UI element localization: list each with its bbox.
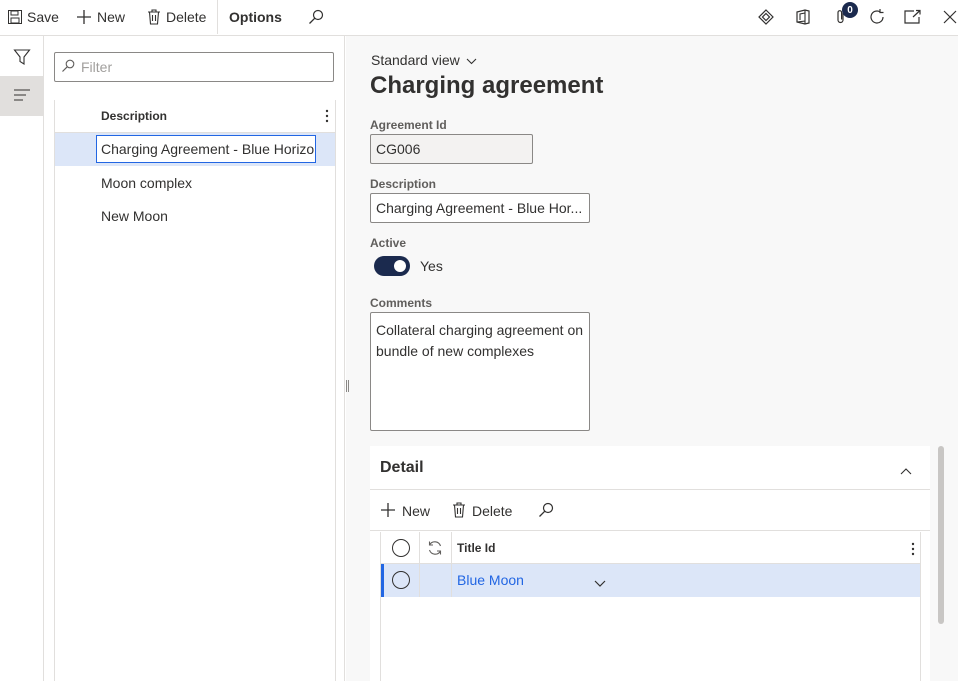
list-icon [13,88,31,105]
description-edit-field[interactable]: Charging Agreement - Blue Horizo [96,135,316,163]
filter-input[interactable] [81,59,321,75]
trash-icon [452,501,466,521]
agreement-id-value: CG006 [376,141,421,157]
trash-icon [147,9,161,25]
save-button[interactable]: Save [8,0,59,34]
title-id-cell[interactable]: Blue Moon [457,572,524,588]
active-toggle-row: Yes [374,256,443,276]
column-header-title-id[interactable]: Title Id [457,541,495,555]
detail-section-title: Detail [380,459,424,476]
detail-section: Detail New Delete Title Id Blue Moon [370,446,930,681]
description-field[interactable]: Charging Agreement - Blue Hor... [370,193,590,223]
view-selector-label: Standard view [371,52,460,68]
open-new-window-icon[interactable] [902,6,924,28]
detail-delete-button[interactable]: Delete [452,491,512,531]
chevron-down-icon [466,52,477,68]
column-header-description[interactable]: Description [101,109,167,123]
active-value: Yes [420,258,443,274]
description-value: Charging Agreement - Blue Hor... [376,200,583,216]
filter-icon [12,48,31,69]
grid-header: Description [55,100,335,133]
table-row[interactable]: Blue Moon [381,564,920,597]
detail-delete-label: Delete [472,503,513,519]
save-icon [8,10,22,24]
list-item-label: Moon complex [101,174,193,191]
detail-toolbar: New Delete [370,491,930,531]
comments-textarea[interactable]: Collateral charging agreement on bundle … [370,312,590,431]
column-divider [419,532,420,564]
select-all-checkbox[interactable] [392,539,410,557]
search-icon [61,59,75,76]
attachments-count-badge: 0 [842,2,858,18]
detail-grid: Title Id Blue Moon [380,532,921,681]
chevron-up-icon[interactable] [900,462,912,478]
view-selector[interactable]: Standard view [371,52,477,68]
list-item[interactable]: New Moon [55,199,335,232]
description-edit-text: Charging Agreement - Blue Horizo [101,141,315,157]
options-button[interactable]: Options [229,0,282,34]
plus-icon [76,9,92,25]
vertical-scrollbar[interactable] [938,446,944,624]
filter-pane-button[interactable] [0,38,43,78]
detail-search-button[interactable] [538,491,554,531]
options-label: Options [229,9,282,25]
power-apps-icon[interactable] [755,6,777,28]
comments-value: Collateral charging agreement on bundle … [376,322,584,359]
more-options-icon[interactable] [325,108,329,127]
more-options-icon[interactable] [911,541,915,560]
action-pane: Save New Delete Options 0 [0,0,958,36]
row-select-checkbox[interactable] [392,571,410,589]
toolbar-divider [217,0,218,34]
search-icon[interactable] [305,6,327,28]
detail-new-button[interactable]: New [380,491,430,531]
column-divider [451,564,452,597]
detail-grid-header: Title Id [381,532,920,564]
agreement-id-label: Agreement Id [370,118,447,132]
column-divider [419,564,420,597]
filter-box [54,52,334,82]
pane-splitter[interactable] [346,380,350,394]
list-pane-button[interactable] [0,76,43,116]
page-title: Charging agreement [370,72,604,99]
list-item[interactable]: Charging Agreement - Blue Horizo [55,133,335,166]
detail-section-header[interactable]: Detail [370,446,930,490]
new-button[interactable]: New [76,0,125,34]
records-grid: Description Charging Agreement - Blue Ho… [54,100,336,681]
refresh-icon[interactable] [427,540,443,559]
active-label: Active [370,236,407,250]
search-icon [538,502,554,521]
list-item[interactable]: Moon complex [55,166,335,199]
column-divider [451,532,452,564]
delete-button[interactable]: Delete [147,0,206,34]
list-item-label: New Moon [101,207,168,224]
attachments-icon[interactable]: 0 [830,2,858,28]
new-label: New [97,9,126,25]
plus-icon [380,502,396,521]
agreement-id-field[interactable]: CG006 [370,134,533,164]
office-icon[interactable] [792,6,814,28]
description-label: Description [370,177,437,191]
list-pane: Description Charging Agreement - Blue Ho… [44,36,345,681]
delete-label: Delete [166,9,207,25]
navigation-rail [0,36,44,681]
comments-label: Comments [370,296,433,310]
save-label: Save [27,9,59,25]
refresh-icon[interactable] [866,6,888,28]
details-pane: Standard view Charging agreement Agreeme… [346,36,958,681]
detail-new-label: New [402,503,431,519]
chevron-down-icon[interactable] [594,574,606,590]
close-icon[interactable] [939,6,958,28]
active-toggle[interactable] [374,256,410,276]
